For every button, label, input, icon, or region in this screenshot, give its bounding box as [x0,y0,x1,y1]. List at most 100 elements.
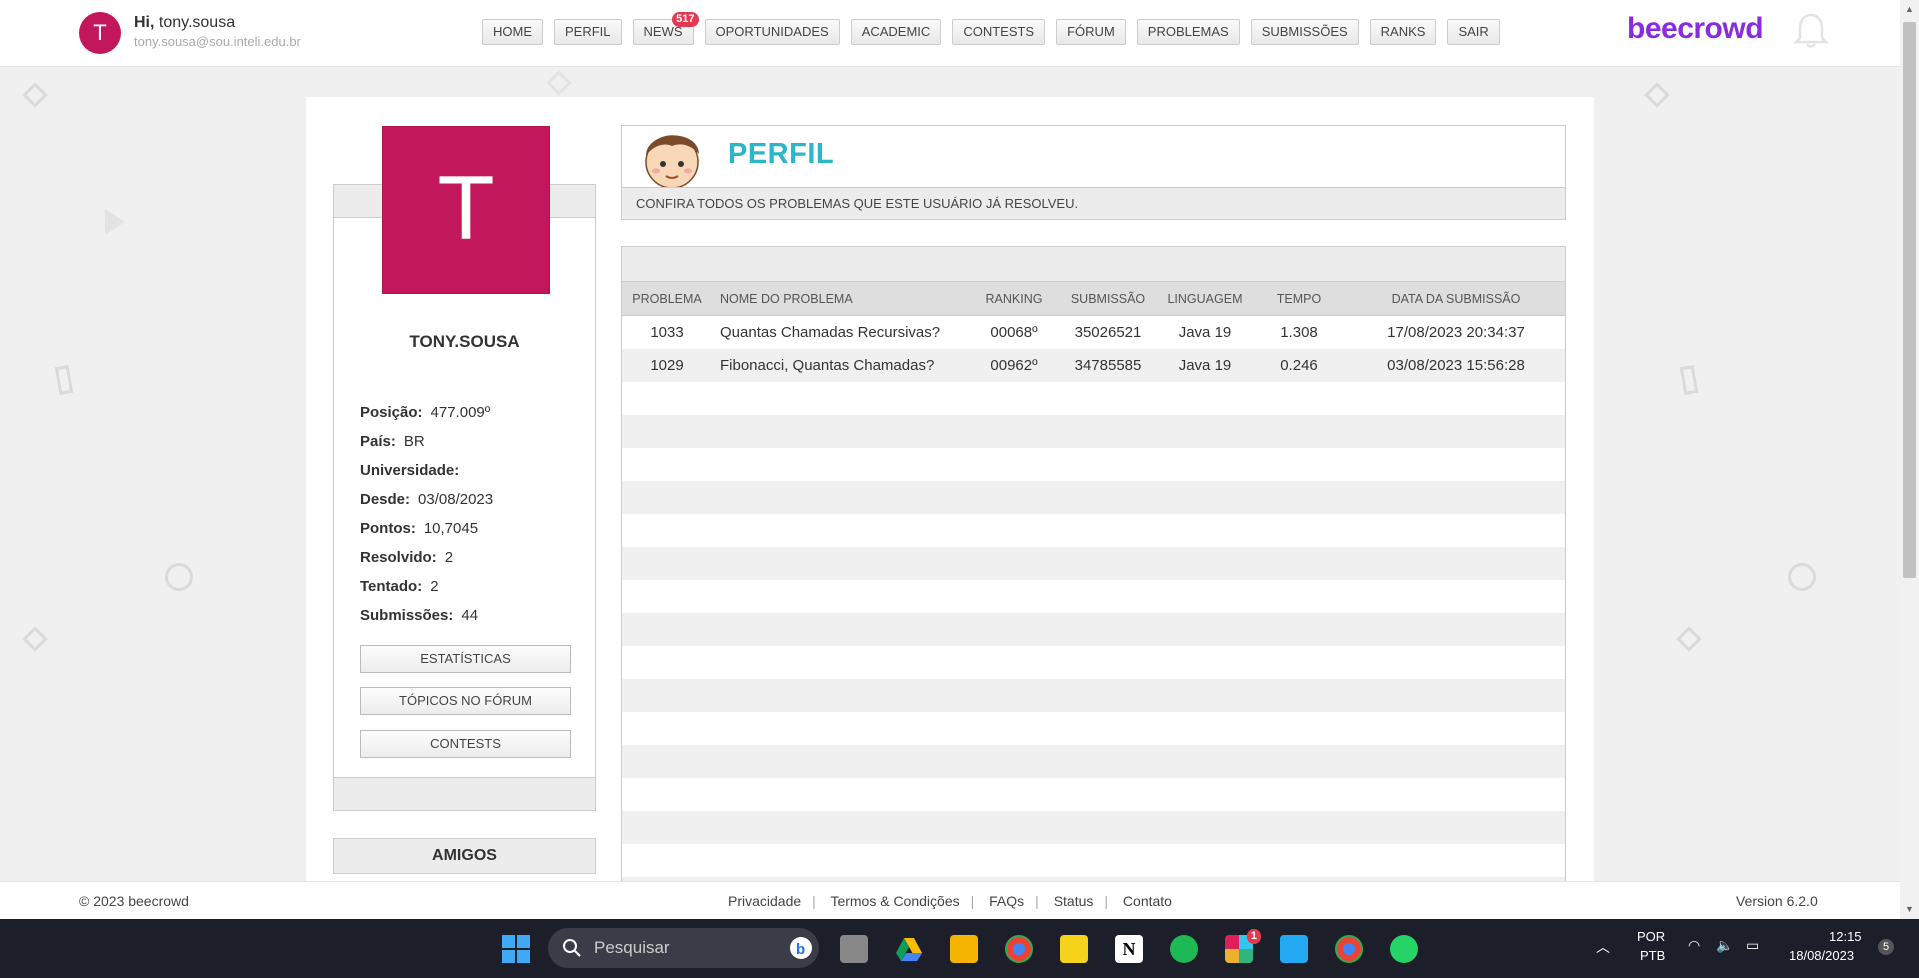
col-tempo[interactable]: TEMPO [1251,282,1347,316]
empty-row [622,679,1565,712]
stat-submissoes: Submissões: 44 [360,601,493,630]
lang-top[interactable]: POR [1637,929,1665,944]
profile-username: TONY.SOUSA [409,332,520,351]
stat-universidade: Universidade: [360,456,493,485]
user-email: tony.sousa@sou.inteli.edu.br [134,34,301,49]
scroll-down-arrow-icon[interactable]: ▼ [1905,904,1914,914]
col-data[interactable]: DATA DA SUBMISSÃO [1347,282,1565,316]
lang-bottom[interactable]: PTB [1640,948,1665,963]
empty-row [622,613,1565,646]
cell-ranking: 00962º [971,349,1057,382]
page-footer: © 2023 beecrowd Privacidade | Termos & Co… [0,881,1900,920]
chrome-profile-icon[interactable] [1335,935,1363,963]
scrollbar-thumb[interactable] [1903,22,1916,578]
slack-badge: 1 [1246,929,1261,944]
estatisticas-button[interactable]: ESTATÍSTICAS [360,645,571,673]
col-problema[interactable]: PROBLEMA [622,282,712,316]
empty-row [622,415,1565,448]
nav-home[interactable]: HOME [482,19,543,45]
bell-icon[interactable] [1793,12,1829,50]
footer-copyright: © 2023 beecrowd [79,893,189,909]
whatsapp-icon[interactable] [1390,935,1418,963]
forum-topics-button[interactable]: TÓPICOS NO FÓRUM [360,687,571,715]
table-toolbar [622,247,1565,282]
nav-oportunidades[interactable]: OPORTUNIDADES [704,19,840,45]
stat-label: Resolvido: [360,549,437,566]
user-avatar[interactable]: T [79,12,121,54]
notion-icon[interactable]: N [1115,935,1143,963]
nav-sair[interactable]: SAIR [1447,19,1500,45]
cell-problema[interactable]: 1033 [622,316,712,350]
battery-icon[interactable]: ▭ [1746,937,1759,954]
empty-row [622,580,1565,613]
footer-separator: | [812,893,816,909]
taskbar-search[interactable]: Pesquisar b [548,928,819,968]
empty-row [622,712,1565,745]
stat-label: Desde: [360,491,411,508]
greeting-prefix: Hi, [134,14,155,31]
google-drive-icon[interactable] [895,935,923,963]
col-nome[interactable]: NOME DO PROBLEMA [712,282,971,316]
col-linguagem[interactable]: LINGUAGEM [1159,282,1251,316]
empty-row [622,448,1565,481]
friends-header: AMIGOS [333,838,596,874]
footer-link-contato[interactable]: Contato [1123,893,1172,909]
cell-submissao[interactable]: 35026521 [1057,316,1159,350]
scroll-up-arrow-icon[interactable]: ▲ [1905,4,1914,14]
clock-time[interactable]: 12:15 [1829,929,1862,944]
cell-linguagem: Java 19 [1178,324,1232,341]
nav-submissoes[interactable]: SUBMISSÕES [1250,19,1359,45]
spotify-icon[interactable] [1170,935,1198,963]
bing-icon[interactable]: b [789,936,813,960]
cell-submissao[interactable]: 34785585 [1057,349,1159,382]
contests-button[interactable]: CONTESTS [360,730,571,758]
nav-news[interactable]: NEWS 517 [632,12,699,45]
footer-link-termos[interactable]: Termos & Condições [830,893,959,909]
chrome-icon[interactable] [1005,935,1033,963]
windows-start-icon[interactable] [502,935,530,963]
page-scrollbar[interactable]: ▲ ▼ [1900,0,1919,919]
footer-links: Privacidade | Termos & Condições | FAQs | S… [728,893,1172,909]
nav-forum[interactable]: FÓRUM [1056,19,1126,45]
footer-version: Version 6.2.0 [1736,893,1818,909]
volume-icon[interactable]: 🔈 [1716,937,1733,954]
task-view-icon[interactable] [840,935,868,963]
cell-ranking: 00068º [990,324,1038,341]
nav-contests[interactable]: CONTESTS [952,19,1046,45]
nav-perfil[interactable]: PERFIL [554,19,622,45]
clock-date[interactable]: 18/08/2023 [1789,948,1854,963]
cell-nome[interactable]: Quantas Chamadas Recursivas? [712,316,971,350]
nav-academic[interactable]: ACADEMIC [850,19,942,45]
stat-value: BR [403,433,425,450]
empty-row [622,547,1565,580]
footer-link-faqs[interactable]: FAQs [989,893,1024,909]
tray-chevron-icon[interactable]: ︿ [1596,937,1610,957]
sticky-notes-icon[interactable] [1060,935,1088,963]
cell-problema[interactable]: 1029 [622,349,712,382]
nav-problemas[interactable]: PROBLEMAS [1136,19,1240,45]
search-placeholder: Pesquisar [594,938,670,957]
footer-link-status[interactable]: Status [1054,893,1094,909]
nav-ranks[interactable]: RANKS [1369,19,1437,45]
slack-icon[interactable]: 1 [1225,929,1261,963]
footer-link-privacidade[interactable]: Privacidade [728,893,801,909]
stat-value: 477.009º [430,404,491,421]
stat-pontos: Pontos: 10,7045 [360,514,493,543]
brand-logo[interactable]: beecrowd [1627,12,1764,46]
wifi-icon[interactable]: ◠ [1688,937,1700,954]
stat-label: Universidade: [360,462,460,479]
cell-data: 17/08/2023 20:34:37 [1387,324,1525,341]
file-explorer-icon[interactable] [950,935,978,963]
panel-subtitle: CONFIRA TODOS OS PROBLEMAS QUE ESTE USUÁ… [622,187,1565,219]
cell-tempo: 0.246 [1251,349,1347,382]
empty-row [622,382,1565,415]
boy-mascot-icon [645,135,699,189]
col-submissao[interactable]: SUBMISSÃO [1057,282,1159,316]
stat-desde: Desde: 03/08/2023 [360,485,493,514]
col-ranking[interactable]: RANKING [971,282,1057,316]
cell-nome[interactable]: Fibonacci, Quantas Chamadas? [712,349,971,382]
vscode-icon[interactable] [1280,935,1308,963]
stat-resolvido: Resolvido: 2 [360,543,493,572]
notification-count[interactable]: 5 [1878,939,1894,955]
search-icon [563,939,581,957]
